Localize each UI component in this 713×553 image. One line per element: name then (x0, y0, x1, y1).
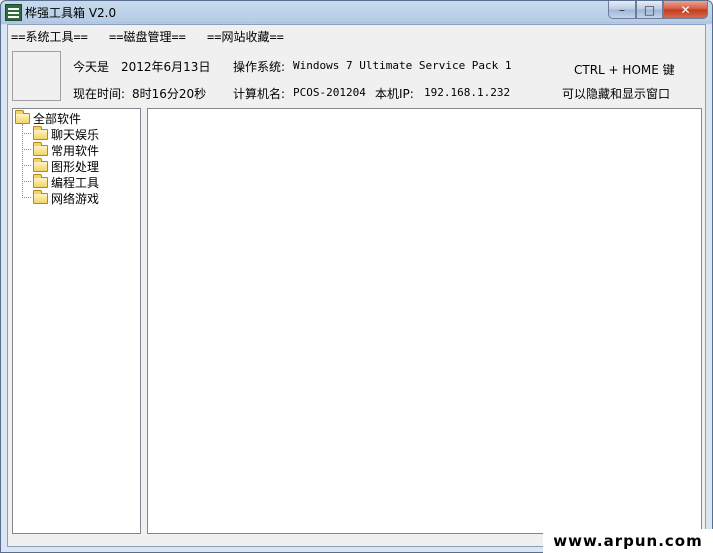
time-value: 8时16分20秒 (132, 87, 207, 101)
pc-name-label: 计算机名: (233, 87, 286, 101)
folder-icon (33, 173, 48, 188)
folder-icon (33, 125, 48, 140)
menu-system-tools[interactable]: ==系统工具== (11, 28, 88, 45)
tree-item-label: 全部软件 (33, 111, 82, 126)
time-label: 现在时间: (73, 87, 126, 101)
os-label: 操作系统: (233, 60, 286, 74)
tree-connector (22, 133, 31, 134)
tree-item-chat-entertainment[interactable]: 聊天娱乐 (33, 125, 100, 142)
tree-connector (22, 124, 23, 198)
content-panel[interactable] (147, 108, 702, 534)
title-bar[interactable]: 桦强工具箱 V2.0 – □ ✕ (1, 1, 712, 23)
pc-name-value: PCOS-201204 (293, 86, 366, 99)
folder-icon (15, 109, 30, 124)
today-value: 2012年6月13日 (121, 60, 211, 74)
app-icon (5, 4, 22, 21)
main-window: 桦强工具箱 V2.0 – □ ✕ ==系统工具== ==磁盘管理== ==网站收… (0, 0, 713, 553)
folder-icon (33, 189, 48, 204)
tree-item-label: 常用软件 (51, 143, 100, 158)
tree-connector (22, 197, 31, 198)
tree-item-programming-tools[interactable]: 编程工具 (33, 173, 100, 190)
close-button[interactable]: ✕ (663, 1, 708, 19)
today-label: 今天是 (73, 60, 110, 74)
menu-disk-management[interactable]: ==磁盘管理== (109, 28, 186, 45)
menu-website-favorites[interactable]: ==网站收藏== (207, 28, 284, 45)
tree-item-online-games[interactable]: 网络游戏 (33, 189, 100, 206)
tree-item-label: 编程工具 (51, 175, 100, 190)
tree-connector (22, 149, 31, 150)
window-title: 桦强工具箱 V2.0 (25, 6, 117, 20)
menu-bar: ==系统工具== ==磁盘管理== ==网站收藏== (8, 25, 705, 45)
tree-item-label: 网络游戏 (51, 191, 100, 206)
minimize-button[interactable]: – (608, 1, 636, 19)
tree-item-all-software[interactable]: 全部软件 (15, 109, 82, 126)
tree-item-label: 图形处理 (51, 159, 100, 174)
folder-icon (33, 141, 48, 156)
client-area: ==系统工具== ==磁盘管理== ==网站收藏== 今天是 2012年6月13… (7, 24, 706, 547)
tree-item-graphics[interactable]: 图形处理 (33, 157, 100, 174)
tree-item-common-software[interactable]: 常用软件 (33, 141, 100, 158)
hotkey-hint-desc: 可以隐藏和显示窗口 (562, 87, 671, 101)
maximize-button[interactable]: □ (636, 1, 663, 19)
close-icon: ✕ (680, 2, 691, 17)
watermark: www.arpun.com (543, 529, 713, 553)
tree-connector (22, 181, 31, 182)
category-tree: 全部软件 聊天娱乐 常用软件 图形处理 编程工具 网络游戏 (12, 108, 141, 534)
ip-value: 192.168.1.232 (424, 86, 511, 99)
hotkey-hint: CTRL + HOME 键 (574, 63, 675, 77)
image-placeholder (12, 51, 61, 101)
tree-connector (22, 165, 31, 166)
ip-label: 本机IP: (375, 87, 414, 101)
minimize-icon: – (619, 2, 625, 17)
tree-item-label: 聊天娱乐 (51, 127, 100, 142)
folder-icon (33, 157, 48, 172)
maximize-icon: □ (643, 2, 656, 17)
os-value: Windows 7 Ultimate Service Pack 1 (293, 59, 512, 72)
